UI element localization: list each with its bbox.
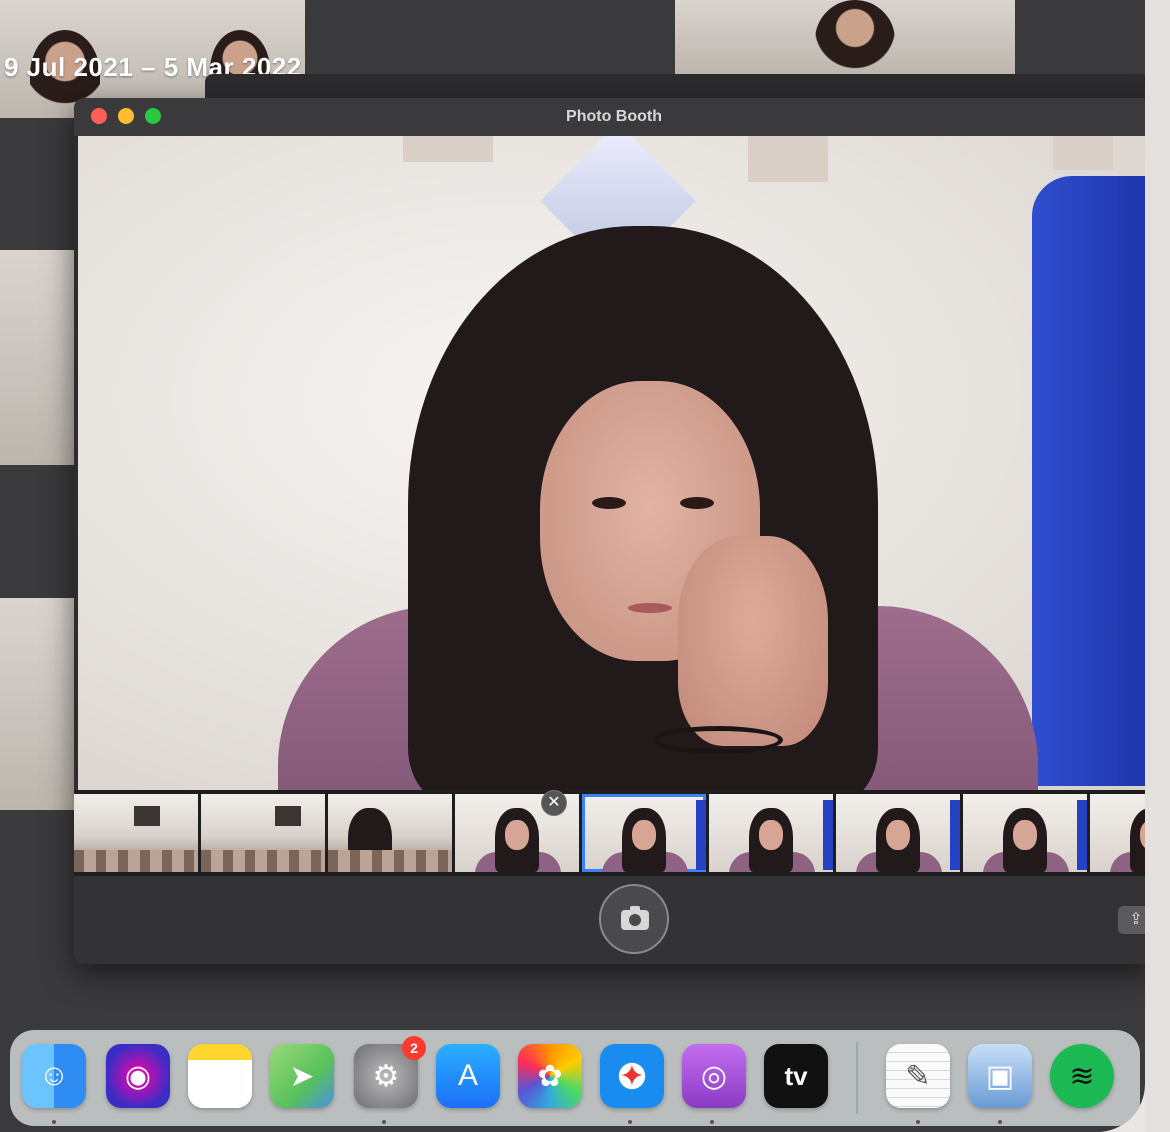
- siri-icon[interactable]: ◉: [106, 1044, 170, 1108]
- photo-frame-edge: [1145, 0, 1170, 1132]
- share-button[interactable]: ⇪: [1118, 906, 1145, 934]
- bracelet: [653, 726, 783, 754]
- person-hand: [678, 536, 828, 746]
- maps-icon[interactable]: ➤: [270, 1044, 334, 1108]
- background-photo-right: [675, 0, 1015, 80]
- finder-icon[interactable]: ☺: [22, 1044, 86, 1108]
- thumbnail[interactable]: [709, 794, 833, 872]
- spotify-icon[interactable]: ≋: [1050, 1044, 1114, 1108]
- notes-icon[interactable]: [188, 1044, 252, 1108]
- dock-separator: [856, 1042, 858, 1114]
- thumbnail[interactable]: [74, 794, 198, 872]
- camera-icon: [621, 906, 649, 930]
- thumbnail[interactable]: [328, 794, 452, 872]
- thumbnail[interactable]: [963, 794, 1087, 872]
- podcasts-icon[interactable]: ◎: [682, 1044, 746, 1108]
- thumbnail[interactable]: [201, 794, 325, 872]
- app-store-icon[interactable]: A: [436, 1044, 500, 1108]
- title-bar[interactable]: Photo Booth: [74, 98, 1145, 137]
- textedit-icon[interactable]: ✎: [886, 1044, 950, 1108]
- preview-icon[interactable]: ▣: [968, 1044, 1032, 1108]
- thumbnail[interactable]: [1090, 794, 1145, 872]
- background-photo-side-2: [0, 598, 74, 810]
- notification-badge: 2: [402, 1036, 426, 1060]
- gear-icon[interactable]: ⚙ 2: [354, 1036, 426, 1108]
- window-title: Photo Booth: [566, 108, 662, 125]
- photo-booth-window: Photo Booth ✕ ⇪: [74, 98, 1145, 964]
- photos-icon[interactable]: ✿: [518, 1044, 582, 1108]
- blue-curtain: [1032, 176, 1145, 786]
- tv-icon[interactable]: tv: [764, 1044, 828, 1108]
- take-photo-button[interactable]: [599, 884, 669, 954]
- bottom-toolbar: ⇪: [74, 876, 1145, 964]
- delete-thumbnail-icon[interactable]: ✕: [541, 790, 567, 816]
- thumbnail[interactable]: [836, 794, 960, 872]
- safari-icon[interactable]: ✦: [600, 1044, 664, 1108]
- background-photo-side-1: [0, 250, 74, 465]
- thumbnail-strip: [74, 790, 1145, 876]
- thumbnail-selected[interactable]: [582, 794, 706, 872]
- dock: ☺ ◉ ➤ ⚙ 2 A ✿ ✦ ◎ tv ✎ ▣ ≋: [10, 1030, 1140, 1126]
- desktop-screen: 9 Jul 2021 – 5 Mar 2022 Photo Booth ✕ ⇪ …: [0, 0, 1145, 1132]
- camera-preview: [78, 136, 1145, 790]
